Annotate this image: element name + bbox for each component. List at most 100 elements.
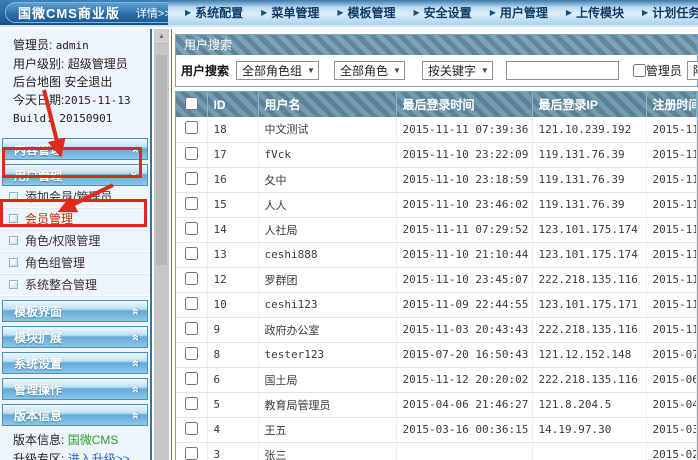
row-checkbox-cell (176, 267, 207, 292)
topbar-menu-item[interactable]: ▶上传模块 (557, 4, 633, 21)
topbar-menu-item[interactable]: ▶系统配置 (176, 4, 252, 21)
sidebar-item-user-mgmt[interactable]: 角色/权限管理 (0, 230, 150, 252)
row-checkbox-cell (176, 142, 207, 167)
menu-arrow-icon: ▶ (490, 8, 496, 17)
row-checkbox[interactable] (185, 322, 198, 335)
topbar-menu: ▶系统配置▶菜单管理▶模板管理▶安全设置▶用户管理▶上传模块▶计划任务▶标签▶数… (168, 0, 698, 25)
cell-username: fVck (258, 142, 396, 167)
row-checkbox[interactable] (185, 147, 198, 160)
keyword-type-select[interactable]: 按关键字 ▼ (422, 61, 493, 80)
table-row: 16夂中2015-11-10 23:18:59119.131.76.392015… (176, 167, 697, 192)
sidebar-section-template-ui[interactable]: 模板界面 » (2, 300, 148, 322)
row-checkbox-cell (176, 442, 207, 460)
sidebar-section-version-info[interactable]: 版本信息 » (2, 404, 148, 426)
row-checkbox[interactable] (185, 222, 198, 235)
topbar-menu-item[interactable]: ▶模板管理 (328, 4, 404, 21)
sidebar-section-content-mgmt[interactable]: 内容管理 » (2, 138, 148, 160)
topbar-menu-item[interactable]: ▶用户管理 (481, 4, 557, 21)
details-link[interactable]: 详情>> (136, 5, 171, 21)
role-select[interactable]: 全部角色 ▼ (334, 61, 405, 80)
row-checkbox[interactable] (185, 297, 198, 310)
row-checkbox[interactable] (185, 347, 198, 360)
table-row: 4王五2015-03-16 00:36:1514.19.97.302015-03… (176, 417, 697, 442)
cell-reg-time: 2015-07-2 (646, 342, 697, 367)
cell-last-login-ip: 119.131.76.39 (532, 142, 646, 167)
cell-last-login-ip: 121.12.152.148 (532, 342, 646, 367)
user-table-panel: ID 用户名 最后登录时间 最后登录IP 注册时间 18中文测试2015-11-… (175, 91, 698, 460)
cell-last-login-ip: 123.101.175.174 (532, 217, 646, 242)
section-label: 内容管理 (14, 141, 62, 158)
row-checkbox[interactable] (185, 397, 198, 410)
sidebar-section-system-settings[interactable]: 系统设置 » (2, 352, 148, 374)
row-checkbox[interactable] (185, 197, 198, 210)
topbar-menu-item[interactable]: ▶菜单管理 (252, 4, 328, 21)
menu-item-label: 模板管理 (348, 4, 396, 21)
build-label: Build: (13, 112, 53, 125)
caret-down-icon: ▼ (393, 66, 401, 75)
row-checkbox-cell (176, 417, 207, 442)
topbar-menu-item[interactable]: ▶计划任务 (633, 4, 698, 21)
select-all-checkbox[interactable] (185, 97, 198, 110)
keyword-input[interactable] (506, 61, 619, 80)
row-checkbox-cell (176, 167, 207, 192)
logout-link[interactable]: 安全退出 (64, 75, 112, 89)
chevron-up-icon: » (127, 145, 142, 152)
cell-id: 12 (207, 267, 258, 292)
row-checkbox[interactable] (185, 422, 198, 435)
sidebar-item-user-mgmt[interactable]: 系统整合管理 (0, 274, 150, 296)
cell-reg-time: 2015-11-0 (646, 317, 697, 342)
sidebar-item-label: 系统整合管理 (25, 276, 97, 293)
row-checkbox[interactable] (185, 372, 198, 385)
admin-line: 管理员: admin (13, 36, 150, 55)
topbar-menu-item[interactable]: ▶安全设置 (405, 4, 481, 21)
sidebar-scrollbar[interactable]: ▲ (154, 29, 169, 460)
admin-only-checkbox[interactable] (633, 64, 646, 77)
role-group-select[interactable]: 全部角色组 ▼ (236, 61, 319, 80)
table-body: 18中文测试2015-11-11 07:39:36121.10.239.1922… (176, 117, 697, 460)
item-bullet-icon (9, 236, 18, 245)
scroll-up-arrow-icon[interactable]: ▲ (154, 29, 169, 44)
row-checkbox-cell (176, 242, 207, 267)
cell-reg-time: 2015-11-1 (646, 167, 697, 192)
section-label: 管理操作 (14, 381, 62, 398)
upgrade-link[interactable]: 进入升级>> (68, 452, 130, 460)
user-mgmt-items: 添加会员/管理员会员管理角色/权限管理角色组管理系统整合管理 (0, 186, 150, 296)
level-line: 用户级别: 超级管理员 (13, 55, 150, 73)
row-checkbox[interactable] (185, 172, 198, 185)
version-label: 版本信息: (13, 433, 64, 447)
admin-checkbox-label: 管理员 (646, 62, 682, 79)
main-area: 用户搜索 用户搜索 全部角色组 ▼ 全部角色 ▼ 按关键字 ▼ 管理员 降序 ▼ (171, 29, 698, 460)
cell-reg-time: 2015-11-0 (646, 292, 697, 317)
scrollbar-thumb[interactable] (156, 55, 167, 265)
sidebar-item-label: 角色组管理 (25, 254, 85, 271)
row-checkbox-cell (176, 392, 207, 417)
cell-username: 人社局 (258, 217, 396, 242)
user-table: ID 用户名 最后登录时间 最后登录IP 注册时间 18中文测试2015-11-… (176, 92, 697, 460)
table-row: 15人人2015-11-10 23:46:02119.131.76.392015… (176, 192, 697, 217)
sidebar-item-user-mgmt[interactable]: 添加会员/管理员 (0, 186, 150, 208)
date-line: 今天日期:2015-11-13 (13, 91, 150, 110)
cell-id: 17 (207, 142, 258, 167)
cell-reg-time: 2015-06-1 (646, 367, 697, 392)
cell-id: 6 (207, 367, 258, 392)
cell-username: 中文测试 (258, 117, 396, 142)
sidebar-item-member-mgmt-active[interactable]: 会员管理 (0, 208, 150, 230)
row-checkbox[interactable] (185, 247, 198, 260)
cell-last-login-time: 2015-11-10 23:22:09 (396, 142, 532, 167)
sort-order-select[interactable]: 降序 ▼ (687, 61, 698, 80)
cell-last-login-time: 2015-11-03 20:43:43 (396, 317, 532, 342)
cell-username: 张三 (258, 442, 396, 460)
row-checkbox[interactable] (185, 447, 198, 460)
backend-map-link[interactable]: 后台地图 (13, 75, 61, 89)
menu-item-label: 系统配置 (195, 4, 243, 21)
sidebar-item-user-mgmt[interactable]: 角色组管理 (0, 252, 150, 274)
row-checkbox[interactable] (185, 272, 198, 285)
cell-username: ceshi888 (258, 242, 396, 267)
cell-id: 18 (207, 117, 258, 142)
sidebar-section-module-ext[interactable]: 模块扩展 » (2, 326, 148, 348)
sidebar-item-label: 角色/权限管理 (25, 232, 100, 249)
sidebar-section-user-mgmt[interactable]: 用户管理 » (2, 164, 148, 186)
select-all-header (176, 92, 207, 117)
sidebar-section-mgmt-ops[interactable]: 管理操作 » (2, 378, 148, 400)
row-checkbox[interactable] (185, 121, 198, 134)
